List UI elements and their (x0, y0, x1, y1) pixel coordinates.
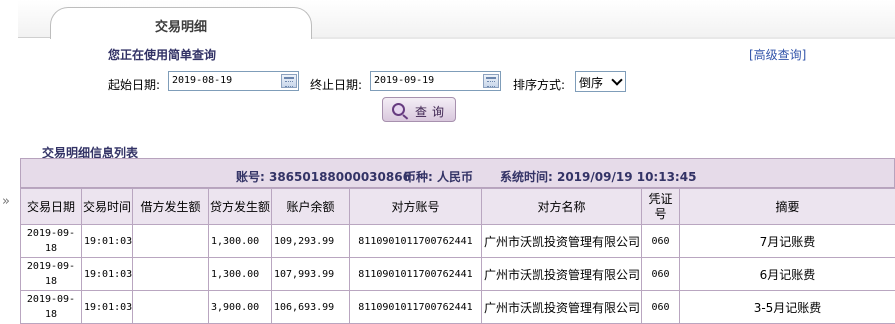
cell-time: 19:01:03 (81, 224, 133, 258)
account-number: 账号: 38650188000030866 (236, 170, 411, 184)
end-date-label: 终止日期: (310, 78, 363, 92)
col-header-date: 交易日期 (20, 188, 82, 225)
start-date-label: 起始日期: (108, 78, 161, 92)
expand-sidebar-icon[interactable]: » (2, 194, 10, 209)
cell-voucher: 060 (641, 224, 680, 258)
start-date-value: 2019-08-19 (172, 75, 233, 86)
tab-transaction-detail[interactable]: 交易明细 (50, 7, 312, 39)
cell-counter-account: 8110901011700762441 (349, 257, 482, 291)
chevron-down-icon (611, 74, 623, 86)
cell-credit: 1,300.00 (208, 257, 272, 291)
query-button[interactable]: 查询 (382, 97, 456, 122)
cell-counter-name: 广州市沃凯投资管理有限公司 (481, 224, 642, 258)
system-time: 系统时间: 2019/09/19 10:13:45 (500, 170, 697, 184)
end-calendar-icon[interactable] (483, 74, 499, 88)
query-mode-text: 您正在使用简单查询 (108, 48, 217, 62)
cell-counter-account: 8110901011700762441 (349, 224, 482, 258)
table-row[interactable]: 2019-09-18 19:01:03 1,300.00 109,293.99 … (20, 224, 895, 258)
cell-summary: 7月记账费 (679, 224, 895, 258)
end-date-value: 2019-09-19 (374, 75, 435, 86)
magnifier-icon (392, 103, 405, 116)
cell-debit (132, 290, 209, 324)
cell-debit (132, 257, 209, 291)
cell-date: 2019-09-18 (20, 257, 82, 291)
table-header-row: 交易日期 交易时间 借方发生额 贷方发生额 账户余额 对方账号 对方名称 凭证号… (20, 188, 895, 225)
tab-strip-divider (312, 37, 895, 39)
col-header-voucher: 凭证号 (641, 188, 680, 225)
cell-counter-name: 广州市沃凯投资管理有限公司 (481, 290, 642, 324)
cell-balance: 109,293.99 (271, 224, 350, 258)
col-header-debit: 借方发生额 (132, 188, 209, 225)
col-header-credit: 贷方发生额 (208, 188, 272, 225)
cell-voucher: 060 (641, 290, 680, 324)
query-button-label: 查询 (415, 105, 450, 119)
sort-label: 排序方式: (513, 78, 566, 92)
table-row[interactable]: 2019-09-18 19:01:03 3,900.00 106,693.99 … (20, 290, 895, 324)
cell-debit (132, 224, 209, 258)
tab-bar: 交易明细 (18, 0, 895, 39)
cell-date: 2019-09-18 (20, 290, 82, 324)
start-calendar-icon[interactable] (281, 74, 297, 88)
sort-order-select[interactable]: 倒序 (575, 71, 626, 92)
cell-credit: 1,300.00 (208, 224, 272, 258)
end-date-input[interactable]: 2019-09-19 (370, 71, 501, 91)
account-info-bar: 账号: 38650188000030866 币种: 人民币 系统时间: 2019… (20, 158, 895, 188)
advanced-query-link[interactable]: [高级查询] (749, 46, 806, 63)
cell-summary: 3-5月记账费 (679, 290, 895, 324)
col-header-time: 交易时间 (81, 188, 133, 225)
cell-counter-account: 8110901011700762441 (349, 290, 482, 324)
cell-counter-name: 广州市沃凯投资管理有限公司 (481, 257, 642, 291)
currency: 币种: 人民币 (404, 170, 473, 184)
cell-summary: 6月记账费 (679, 257, 895, 291)
cell-balance: 106,693.99 (271, 290, 350, 324)
col-header-balance: 账户余额 (271, 188, 350, 225)
col-header-summary: 摘要 (679, 188, 895, 225)
start-date-input[interactable]: 2019-08-19 (168, 71, 299, 91)
cell-credit: 3,900.00 (208, 290, 272, 324)
tab-title: 交易明细 (154, 20, 207, 35)
sort-order-value: 倒序 (579, 76, 604, 90)
col-header-counter-name: 对方名称 (481, 188, 642, 225)
col-header-counter-account: 对方账号 (349, 188, 482, 225)
cell-balance: 107,993.99 (271, 257, 350, 291)
cell-date: 2019-09-18 (20, 224, 82, 258)
cell-time: 19:01:03 (81, 257, 133, 291)
cell-voucher: 060 (641, 257, 680, 291)
table-row[interactable]: 2019-09-18 19:01:03 1,300.00 107,993.99 … (20, 257, 895, 291)
cell-time: 19:01:03 (81, 290, 133, 324)
transaction-table: 交易日期 交易时间 借方发生额 贷方发生额 账户余额 对方账号 对方名称 凭证号… (20, 188, 895, 324)
